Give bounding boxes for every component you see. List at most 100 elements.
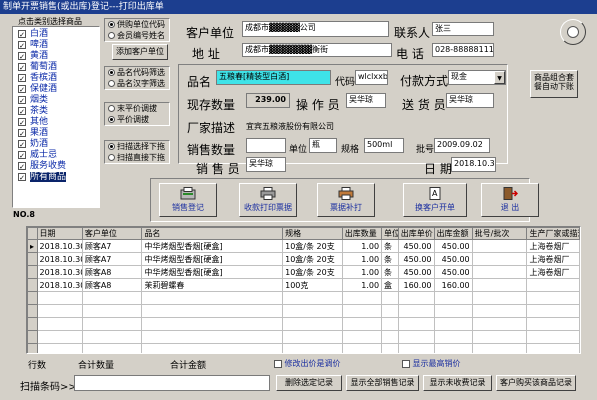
bottom-action-button[interactable]: 删除选定记录 bbox=[276, 375, 342, 391]
table-cell[interactable] bbox=[471, 265, 528, 279]
row-indicator[interactable] bbox=[27, 265, 38, 279]
column-header[interactable]: 批号/批次 bbox=[471, 227, 528, 240]
checkbox-icon[interactable]: ✓ bbox=[18, 74, 26, 83]
table-cell[interactable] bbox=[282, 330, 343, 344]
table-cell[interactable] bbox=[341, 317, 383, 331]
table-cell[interactable] bbox=[471, 343, 528, 353]
table-cell[interactable] bbox=[381, 304, 399, 318]
combo-auto-button[interactable]: 商品组合套餐自动下账 bbox=[530, 70, 578, 98]
table-row[interactable]: ▸ 2018.10.30 顾客A7 中华烤烟型香烟[硬盒] 10盒/条 20支 1.00 条… bbox=[27, 239, 580, 253]
batch-field[interactable]: 2009.09.02 bbox=[434, 138, 490, 153]
table-cell[interactable] bbox=[381, 317, 399, 331]
table-cell[interactable] bbox=[381, 291, 399, 305]
table-cell[interactable] bbox=[526, 304, 580, 318]
table-cell[interactable] bbox=[526, 330, 580, 344]
customer-field[interactable]: 成都市▓▓▓▓▓公司 bbox=[242, 21, 389, 37]
table-cell[interactable] bbox=[36, 291, 83, 305]
table-cell[interactable] bbox=[433, 343, 473, 353]
table-row[interactable]: 2018.10.30 顾客A8 茉莉碧螺春 100克 1.00 盒 160.00 160.00 bbox=[27, 278, 580, 292]
table-cell[interactable] bbox=[397, 343, 435, 353]
table-cell[interactable]: 顾客A8 bbox=[81, 278, 143, 292]
radio-icon[interactable] bbox=[108, 154, 115, 161]
date-field[interactable]: 2018.10.30 bbox=[451, 157, 496, 172]
category-item[interactable]: ✓ 威士忌 bbox=[13, 150, 99, 161]
category-item[interactable]: ✓ 保健酒 bbox=[13, 84, 99, 95]
current-row-icon[interactable]: ▸ bbox=[27, 239, 38, 253]
detail-table[interactable]: 日期客户单位品名规格出库数量单位出库单价出库金额批号/批次生产厂家或描述 ▸20… bbox=[26, 226, 581, 354]
table-cell[interactable]: 茉莉碧螺春 bbox=[141, 278, 284, 292]
customer-mode-option[interactable]: 会员编号姓名 bbox=[105, 30, 169, 41]
phone-field[interactable]: 028-88888111 bbox=[432, 43, 494, 57]
product-mode-option[interactable]: 品名代码筛选 bbox=[105, 67, 169, 78]
scan-input[interactable] bbox=[74, 375, 270, 391]
category-tree[interactable]: ✓ 白酒 ✓ 啤酒 ✓ 黄酒 ✓ 葡萄酒 ✓ 香槟酒 ✓ 保健酒 ✓ 烟类 ✓ 茶类 ✓ 其他 ✓ 果酒 ✓ 奶酒 ✓ 威士忌… bbox=[12, 26, 100, 208]
table-cell[interactable]: 10盒/条 20支 bbox=[282, 265, 343, 279]
table-cell[interactable] bbox=[81, 304, 143, 318]
table-cell[interactable]: 160.00 bbox=[397, 278, 435, 292]
table-cell[interactable] bbox=[282, 291, 343, 305]
table-cell[interactable]: 中华烤烟型香烟[硬盒] bbox=[141, 252, 284, 266]
highest-price-checkbox-box[interactable] bbox=[402, 359, 410, 368]
table-cell[interactable] bbox=[471, 252, 528, 266]
table-cell[interactable] bbox=[526, 317, 580, 331]
row-indicator[interactable] bbox=[27, 252, 38, 266]
table-row[interactable] bbox=[27, 330, 580, 344]
modify-price-checkbox-box[interactable] bbox=[274, 359, 282, 368]
table-cell[interactable] bbox=[433, 317, 473, 331]
table-cell[interactable]: 顾客A8 bbox=[81, 265, 143, 279]
row-indicator[interactable] bbox=[27, 291, 38, 305]
checkbox-icon[interactable]: ✓ bbox=[18, 63, 26, 72]
table-cell[interactable] bbox=[341, 291, 383, 305]
category-item[interactable]: ✓ 烟类 bbox=[13, 95, 99, 106]
toolbar-button[interactable]: A 换客户开单 bbox=[403, 183, 467, 217]
deliverer-field[interactable]: 吴华琼 bbox=[446, 93, 494, 108]
table-cell[interactable]: 1.00 bbox=[341, 278, 383, 292]
toolbar-button[interactable]: 收款打印票据 bbox=[239, 183, 297, 217]
table-cell[interactable] bbox=[36, 304, 83, 318]
code-field[interactable]: wlclxxbj bbox=[355, 70, 388, 85]
product-mode-option[interactable]: 品名汉字筛选 bbox=[105, 78, 169, 89]
operator-field[interactable]: 吴华琼 bbox=[346, 93, 386, 108]
product-field[interactable]: 五粮春[精装型白酒] bbox=[216, 70, 331, 85]
table-cell[interactable]: 2018.10.30 bbox=[36, 278, 83, 292]
table-cell[interactable]: 中华烤烟型香烟[硬盒] bbox=[141, 239, 284, 253]
category-item[interactable]: ✓ 奶酒 bbox=[13, 139, 99, 150]
checkbox-icon[interactable]: ✓ bbox=[18, 162, 26, 171]
table-cell[interactable]: 2018.10.30 bbox=[36, 265, 83, 279]
table-cell[interactable]: 1.00 bbox=[341, 239, 383, 253]
payment-select[interactable]: 现金 ▼ bbox=[448, 70, 506, 85]
column-header[interactable]: 生产厂家或描述 bbox=[526, 227, 580, 240]
bottom-action-button[interactable]: 显示全部销售记录 bbox=[346, 375, 419, 391]
radio-icon[interactable] bbox=[108, 143, 115, 150]
bottom-action-button[interactable]: 显示未收费记录 bbox=[423, 375, 492, 391]
seller-field[interactable]: 吴华琼 bbox=[246, 157, 286, 172]
table-cell[interactable]: 盒 bbox=[381, 278, 399, 292]
table-cell[interactable] bbox=[282, 304, 343, 318]
category-item[interactable]: ✓ 茶类 bbox=[13, 106, 99, 117]
table-cell[interactable]: 10盒/条 20支 bbox=[282, 239, 343, 253]
table-cell[interactable]: 顾客A7 bbox=[81, 252, 143, 266]
checkbox-icon[interactable]: ✓ bbox=[18, 52, 26, 61]
checkbox-icon[interactable]: ✓ bbox=[18, 129, 26, 138]
table-cell[interactable]: 450.00 bbox=[397, 239, 435, 253]
table-cell[interactable]: 450.00 bbox=[433, 252, 473, 266]
table-cell[interactable]: 100克 bbox=[282, 278, 343, 292]
table-cell[interactable]: 450.00 bbox=[397, 265, 435, 279]
table-cell[interactable]: 450.00 bbox=[397, 252, 435, 266]
add-customer-button[interactable]: 添加客户单位 bbox=[112, 44, 168, 60]
category-item[interactable]: ✓ 白酒 bbox=[13, 29, 99, 40]
table-row[interactable]: 2018.10.30 顾客A8 中华烤烟型香烟[硬盒] 10盒/条 20支 1.00 条 4… bbox=[27, 265, 580, 279]
radio-icon[interactable] bbox=[108, 105, 115, 112]
table-cell[interactable]: 条 bbox=[381, 252, 399, 266]
category-item[interactable]: ✓ 啤酒 bbox=[13, 40, 99, 51]
checkbox-icon[interactable]: ✓ bbox=[18, 96, 26, 105]
table-cell[interactable] bbox=[282, 317, 343, 331]
table-cell[interactable] bbox=[141, 343, 284, 353]
category-item[interactable]: ✓ 服务收费 bbox=[13, 161, 99, 172]
table-cell[interactable] bbox=[526, 291, 580, 305]
column-header[interactable]: 日期 bbox=[36, 227, 83, 240]
column-header[interactable]: 出库金额 bbox=[433, 227, 473, 240]
scan-mode-option[interactable]: 扫描直接下拖 bbox=[105, 152, 169, 163]
table-cell[interactable] bbox=[397, 330, 435, 344]
table-cell[interactable] bbox=[433, 291, 473, 305]
